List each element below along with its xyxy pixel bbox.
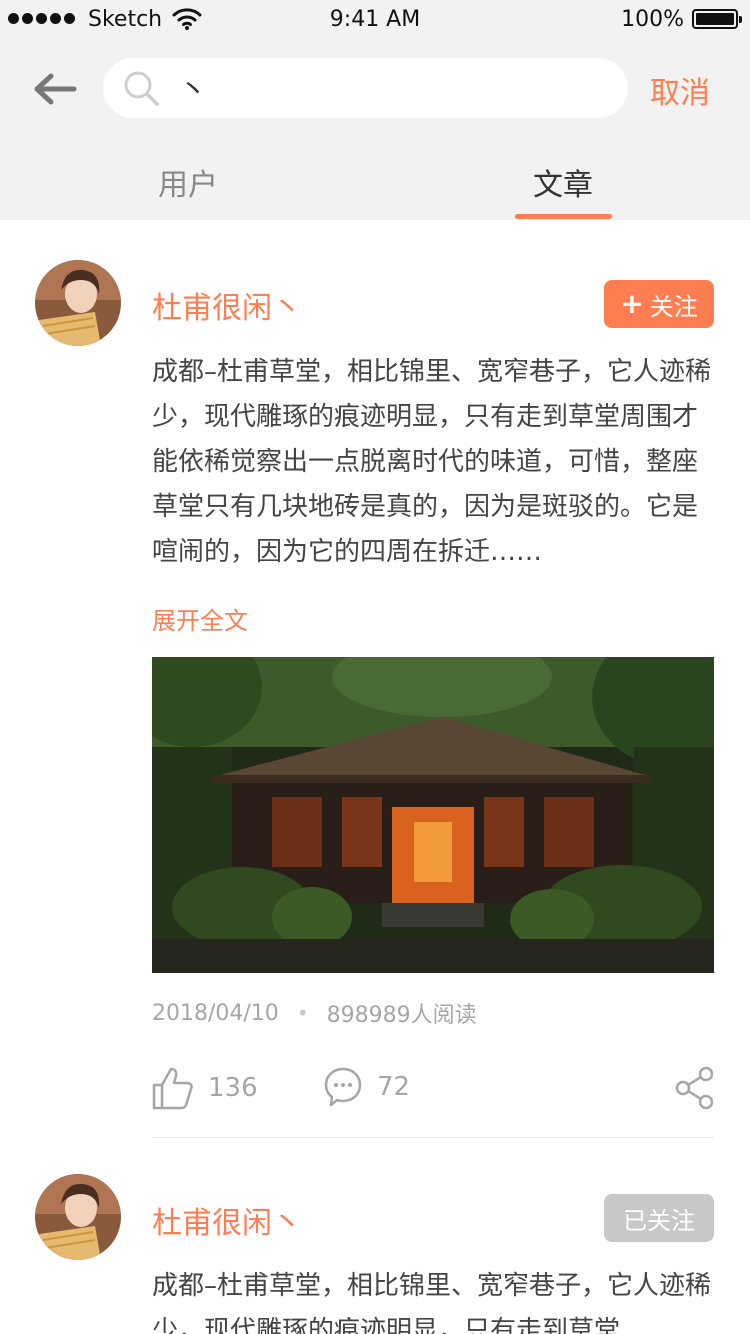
comment-count: 72 (377, 1072, 411, 1102)
followed-button[interactable]: 已关注 (604, 1194, 714, 1242)
post-divider (152, 1137, 714, 1138)
share-icon[interactable] (675, 1066, 715, 1110)
back-arrow-icon[interactable] (30, 68, 80, 110)
thumbs-up-icon (152, 1067, 193, 1110)
follow-label: 已关注 (623, 1206, 695, 1235)
search-bar[interactable] (103, 58, 628, 118)
post-meta: 2018/04/10 • 898989人阅读 (152, 997, 477, 1029)
cancel-button[interactable]: 取消 (650, 68, 710, 112)
follow-label: 关注 (649, 292, 698, 321)
comment-icon (324, 1067, 362, 1107)
active-tab-indicator (515, 214, 612, 219)
tab-articles[interactable]: 文章 (533, 160, 593, 204)
search-icon (124, 71, 159, 106)
follow-button[interactable]: + 关注 (604, 280, 714, 328)
like-count: 136 (208, 1073, 258, 1103)
read-count: 898989人阅读 (326, 1003, 477, 1028)
expand-full-text-link[interactable]: 展开全文 (152, 601, 248, 636)
avatar[interactable] (35, 260, 121, 346)
post-image[interactable] (152, 657, 714, 973)
search-input[interactable] (179, 66, 609, 110)
post-text: 成都–杜甫草堂，相比锦里、宽窄巷子，它人迹稀少，现代雕琢的痕迹明显，只有走到草堂… (152, 357, 712, 567)
battery-icon (692, 9, 742, 29)
like-button[interactable]: 136 (152, 1066, 258, 1110)
meta-separator: • (296, 1001, 309, 1025)
battery-percent: 100% (621, 7, 684, 32)
plus-icon: + (620, 287, 644, 320)
author-name[interactable]: 杜甫很闲丶 (152, 1198, 302, 1242)
status-bar: Sketch 9:41 AM 100% (0, 0, 750, 40)
post-text: 成都–杜甫草堂，相比锦里、宽窄巷子，它人迹稀少，现代雕琢的痕迹明显，只有走到草堂 (152, 1271, 712, 1334)
tab-users[interactable]: 用户 (158, 160, 218, 204)
author-name[interactable]: 杜甫很闲丶 (152, 283, 302, 327)
comment-button[interactable]: 72 (323, 1066, 410, 1108)
avatar[interactable] (35, 1174, 121, 1260)
post-date: 2018/04/10 (152, 1000, 279, 1026)
